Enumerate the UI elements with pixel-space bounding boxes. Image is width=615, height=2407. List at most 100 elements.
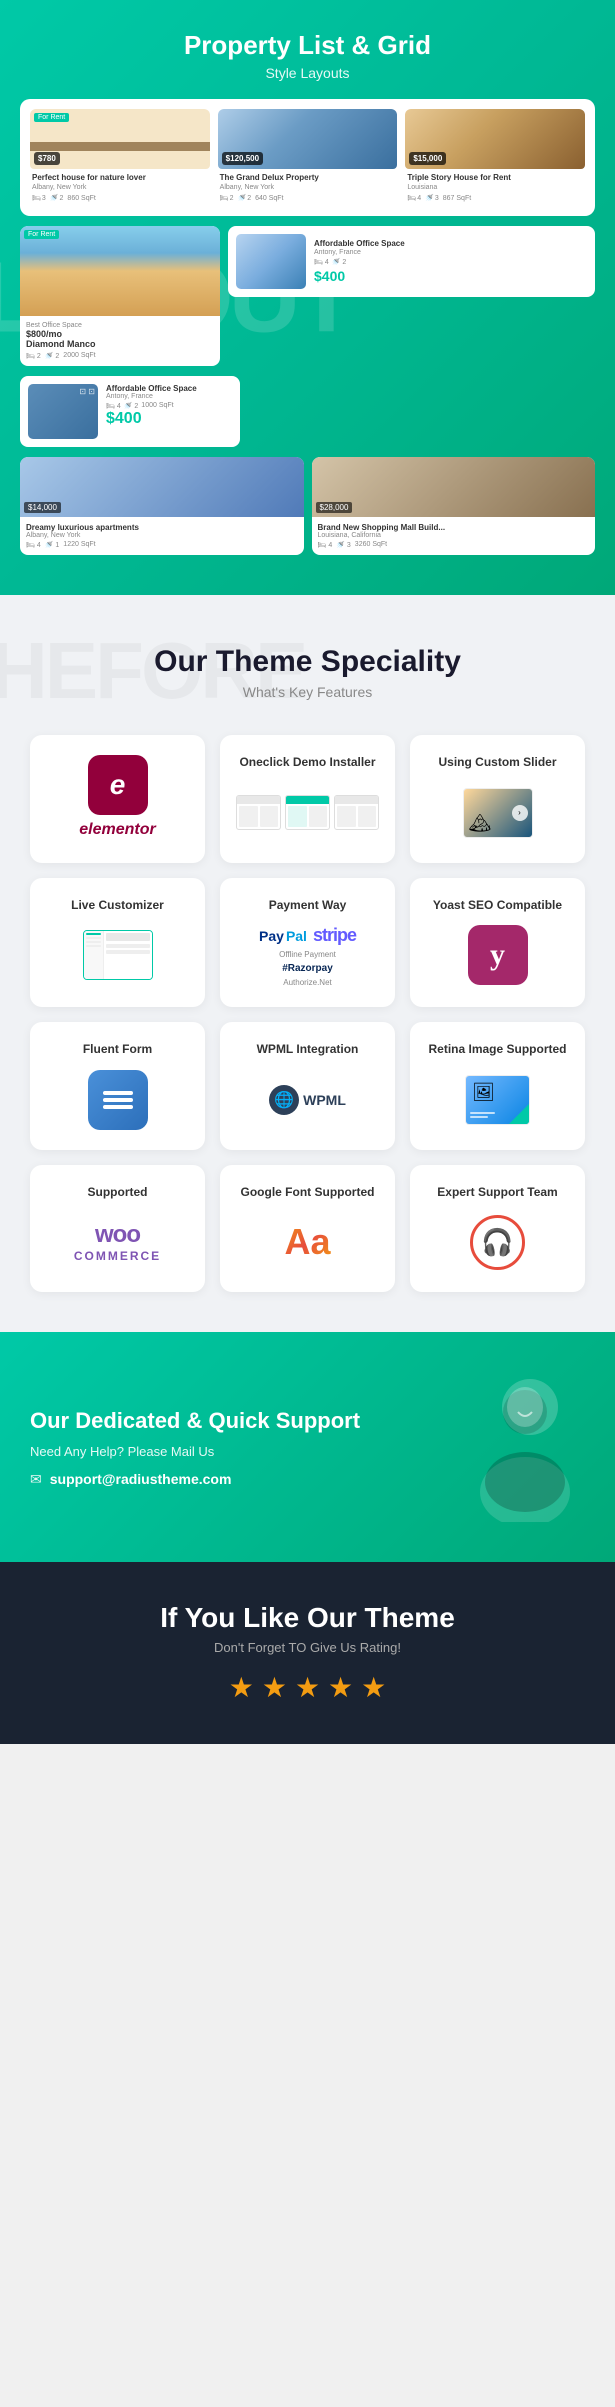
slider-arrow-icon: › — [512, 805, 528, 821]
support-desc: Need Any Help? Please Mail Us — [30, 1444, 365, 1459]
rating-subtitle: Don't Forget TO Give Us Rating! — [30, 1640, 585, 1655]
demo-box-2 — [285, 795, 330, 830]
payment-icon-area: PayPal stripe Offline Payment #Razorpay … — [235, 925, 380, 987]
for-rent-badge: For Rent — [34, 113, 69, 122]
support-content: Our Dedicated & Quick Support Need Any H… — [30, 1407, 365, 1488]
feature-payment-way: Payment Way PayPal stripe Offline Paymen… — [220, 878, 395, 1008]
yoast-icon: y — [468, 925, 528, 985]
headset-icon: 🎧 — [481, 1227, 513, 1258]
wpml-logo: 🌐 WPML — [269, 1085, 346, 1115]
expert-support-icon-area: 🎧 — [425, 1212, 570, 1272]
feature-fluent-form: Fluent Form — [30, 1022, 205, 1150]
woo-text: woo — [95, 1221, 140, 1249]
affordable-office-image: ⊡ ⊡ — [28, 384, 98, 439]
elementor-label: elementor — [79, 821, 155, 839]
card-2-location: Albany, New York — [220, 184, 396, 191]
image-icon: 🏔 — [469, 813, 492, 834]
star-3: ★ — [295, 1671, 320, 1704]
support-email-row: ✉ support@radiustheme.com — [30, 1471, 365, 1488]
hero-title: Property List & Grid — [20, 30, 595, 61]
razorpay-logo: #Razorpay — [282, 963, 333, 974]
woocommerce-logo: woo COMMERCE — [74, 1221, 161, 1263]
property-card-2-image: $120,500 — [218, 109, 398, 169]
feature-live-customizer: Live Customizer — [30, 878, 205, 1008]
features-grid: e elementor Oneclick Demo Installer — [30, 735, 585, 1292]
demo-installer-boxes — [236, 795, 379, 830]
star-4: ★ — [328, 1671, 353, 1704]
custom-slider-title: Using Custom Slider — [425, 755, 570, 771]
hero-subtitle: Style Layouts — [20, 65, 595, 81]
fluent-icon — [88, 1070, 148, 1130]
woo-commerce-text: COMMERCE — [74, 1249, 161, 1263]
fluent-form-title: Fluent Form — [45, 1042, 190, 1058]
rating-title: If You Like Our Theme — [30, 1602, 585, 1634]
luxury-card-image: $14,000 — [20, 457, 304, 517]
property-card-2[interactable]: $120,500 The Grand Delux Property Albany… — [218, 109, 398, 206]
rating-section: If You Like Our Theme Don't Forget TO Gi… — [0, 1562, 615, 1744]
feature-yoast-seo: Yoast SEO Compatible y — [410, 878, 585, 1008]
headset-icon-circle: 🎧 — [470, 1215, 525, 1270]
retina-title: Retina Image Supported — [425, 1042, 570, 1058]
luxury-card[interactable]: $14,000 Dreamy luxurious apartments Alba… — [20, 457, 304, 555]
customizer-preview — [83, 930, 153, 980]
person-svg — [385, 1372, 585, 1522]
yoast-seo-title: Yoast SEO Compatible — [425, 898, 570, 914]
support-section: Our Dedicated & Quick Support Need Any H… — [0, 1332, 615, 1562]
large-card-image: For Rent — [20, 226, 220, 316]
card-2-title: The Grand Delux Property — [220, 173, 396, 182]
demo-box-1 — [236, 795, 281, 830]
affordable-office-card[interactable]: ⊡ ⊡ Affordable Office Space Antony, Fran… — [20, 376, 240, 447]
feature-retina: Retina Image Supported 🖼 — [410, 1022, 585, 1150]
feature-google-font: Google Font Supported Aa — [220, 1165, 395, 1293]
card-3-location: Louisiana — [407, 184, 583, 191]
support-title: Our Dedicated & Quick Support — [30, 1407, 365, 1436]
bottom-2-cards: $14,000 Dreamy luxurious apartments Alba… — [20, 457, 595, 555]
elementor-icon-area: e elementor — [45, 755, 190, 839]
stripe-logo: stripe — [313, 925, 356, 946]
property-cards-row: For Rent $780 Perfect house for nature l… — [20, 99, 595, 216]
fluent-form-icon-area — [45, 1070, 190, 1130]
woocommerce-supported-title: Supported — [45, 1185, 190, 1201]
property-card-1[interactable]: For Rent $780 Perfect house for nature l… — [30, 109, 210, 206]
woocommerce-icon-area: woo COMMERCE — [45, 1212, 190, 1272]
property-large-card[interactable]: For Rent Best Office Space $800/mo Diamo… — [20, 226, 220, 366]
price-badge-1: $780 — [34, 152, 60, 165]
property-right-cards: Affordable Office Space Antony, France 🛏… — [228, 226, 595, 366]
feature-woocommerce: Supported woo COMMERCE — [30, 1165, 205, 1293]
demo-box-3 — [334, 795, 379, 830]
feature-demo-installer: Oneclick Demo Installer — [220, 735, 395, 863]
property-card-3[interactable]: $15,000 Triple Story House for Rent Loui… — [405, 109, 585, 206]
authorize-logo: Authorize.Net — [283, 978, 331, 987]
speciality-subtitle: What's Key Features — [30, 684, 585, 700]
price-badge-2: $120,500 — [222, 152, 263, 165]
wpml-icon-area: 🌐 WPML — [235, 1070, 380, 1130]
card-1-title: Perfect house for nature lover — [32, 173, 208, 182]
property-card-1-image: For Rent $780 — [30, 109, 210, 169]
feature-wpml: WPML Integration 🌐 WPML — [220, 1022, 395, 1150]
retina-icon-area: 🖼 — [425, 1070, 570, 1130]
sm-card-1-image — [236, 234, 306, 289]
property-bottom-row: For Rent Best Office Space $800/mo Diamo… — [20, 226, 595, 366]
support-email: support@radiustheme.com — [50, 1471, 232, 1487]
property-sm-card-1[interactable]: Affordable Office Space Antony, France 🛏… — [228, 226, 595, 297]
card-1-meta: 🛏 3 🚿 2 860 SqFt — [32, 194, 208, 202]
payment-logos: PayPal stripe Offline Payment #Razorpay … — [259, 925, 356, 987]
google-font-icon-area: Aa — [235, 1212, 380, 1272]
wpml-text: WPML — [303, 1092, 346, 1108]
card-1-location: Albany, New York — [32, 184, 208, 191]
feature-custom-slider: Using Custom Slider › 🏔 — [410, 735, 585, 863]
live-customizer-icon-area — [45, 925, 190, 985]
demo-installer-title: Oneclick Demo Installer — [235, 755, 380, 771]
envelope-icon: ✉ — [30, 1471, 42, 1488]
speciality-title: Our Theme Speciality — [30, 645, 585, 679]
payment-way-title: Payment Way — [235, 898, 380, 914]
feature-elementor: e elementor — [30, 735, 205, 863]
google-font-title: Google Font Supported — [235, 1185, 380, 1201]
wpml-title: WPML Integration — [235, 1042, 380, 1058]
mall-card[interactable]: $28,000 Brand New Shopping Mall Build...… — [312, 457, 596, 555]
star-1: ★ — [229, 1671, 254, 1704]
support-person-illustration — [385, 1372, 585, 1522]
star-2: ★ — [262, 1671, 287, 1704]
custom-slider-icon-area: › 🏔 — [425, 783, 570, 843]
yoast-icon-area: y — [425, 925, 570, 985]
